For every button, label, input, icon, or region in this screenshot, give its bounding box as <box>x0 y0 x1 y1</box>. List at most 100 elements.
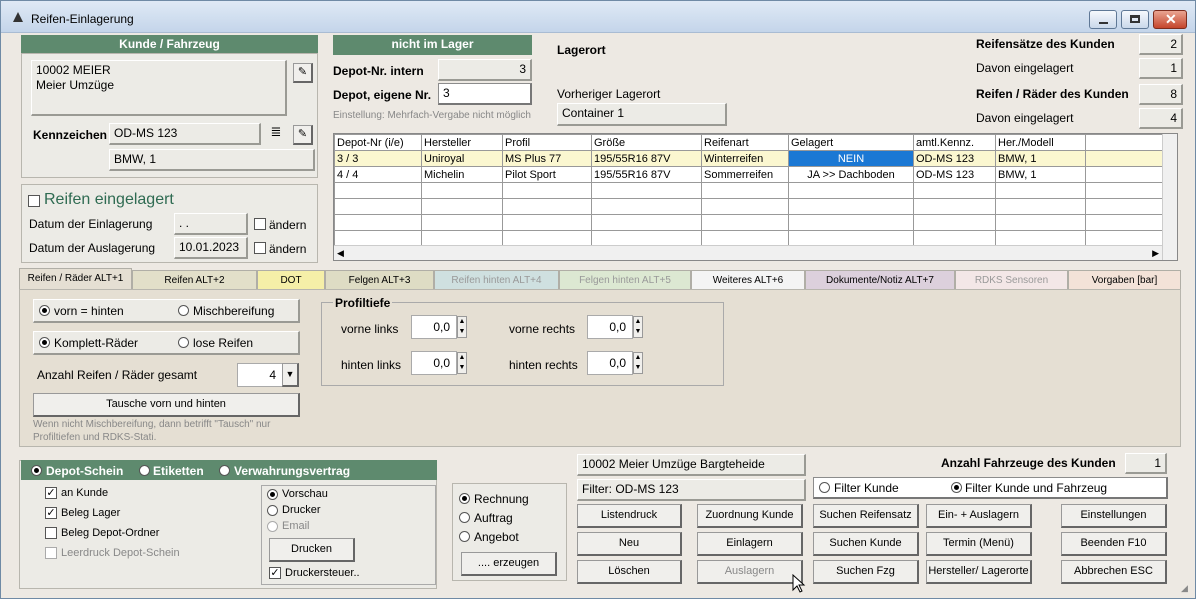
auslagern-button[interactable]: Auslagern <box>697 560 803 584</box>
hr-spinner[interactable]: ▲ ▼ <box>633 352 643 374</box>
anzahl-select[interactable]: 4 <box>237 363 283 387</box>
column-header[interactable]: Profil <box>502 134 592 151</box>
table-cell[interactable] <box>701 198 789 215</box>
column-header[interactable]: Her./Modell <box>995 134 1086 151</box>
aendern2-checkbox[interactable] <box>254 242 266 254</box>
table-cell[interactable] <box>995 198 1086 215</box>
aendern1-checkbox[interactable] <box>254 218 266 230</box>
table-cell[interactable]: OD-MS 123 <box>913 150 996 167</box>
misch-radio[interactable] <box>178 305 189 316</box>
einstellungen-button[interactable]: Einstellungen <box>1061 504 1167 528</box>
edit-kennzeichen-icon[interactable]: ✎ <box>293 125 313 145</box>
tab-9[interactable]: Vorgaben [bar] <box>1068 270 1181 290</box>
table-cell[interactable] <box>788 198 914 215</box>
table-cell[interactable]: Michelin <box>421 166 503 183</box>
minimize-button[interactable] <box>1089 10 1117 29</box>
maximize-button[interactable] <box>1121 10 1149 29</box>
horizontal-scrollbar[interactable]: ◀ ▶ <box>334 245 1162 260</box>
beleg-ordner-checkbox[interactable] <box>45 527 57 539</box>
vr-field[interactable]: 0,0 <box>587 315 633 339</box>
scroll-right-icon[interactable]: ▶ <box>1152 248 1159 259</box>
table-cell[interactable] <box>591 182 702 199</box>
ein-aus-button[interactable]: Ein- + Auslagern <box>926 504 1032 528</box>
druckersteuer-checkbox[interactable]: ✓ <box>269 567 281 579</box>
zuordnung-button[interactable]: Zuordnung Kunde <box>697 504 803 528</box>
table-cell[interactable] <box>1085 198 1163 215</box>
beenden-button[interactable]: Beenden F10 <box>1061 532 1167 556</box>
column-header[interactable]: Depot-Nr (i/e) <box>334 134 422 151</box>
hl-spinner[interactable]: ▲ ▼ <box>457 352 467 374</box>
table-cell[interactable]: Winterreifen <box>701 150 789 167</box>
kennzeichen-field[interactable]: OD-MS 123 <box>109 123 261 145</box>
table-cell[interactable]: MS Plus 77 <box>502 150 592 167</box>
hersteller-button[interactable]: Hersteller/ Lagerorte <box>926 560 1032 584</box>
vorschau-radio[interactable] <box>267 489 278 500</box>
table-cell[interactable] <box>334 182 422 199</box>
table-cell[interactable] <box>1085 182 1163 199</box>
tab-5[interactable]: Felgen hinten ALT+5 <box>559 270 691 290</box>
suchen-fzg-button[interactable]: Suchen Fzg <box>813 560 919 584</box>
edit-kunde-icon[interactable]: ✎ <box>293 63 313 83</box>
tausche-button[interactable]: Tausche vorn und hinten <box>33 393 300 417</box>
column-header[interactable]: Größe <box>591 134 702 151</box>
table-cell[interactable]: JA >> Dachboden <box>788 166 914 183</box>
table-cell[interactable] <box>502 198 592 215</box>
table-cell[interactable] <box>701 214 789 231</box>
tab-0[interactable]: Reifen / Räder ALT+1 <box>19 268 132 290</box>
table-cell[interactable] <box>701 182 789 199</box>
loeschen-button[interactable]: Löschen <box>577 560 682 584</box>
depot-eigene-field[interactable]: 3 <box>438 83 532 105</box>
table-cell[interactable] <box>334 198 422 215</box>
table-cell[interactable] <box>421 214 503 231</box>
erzeugen-button[interactable]: .... erzeugen <box>461 552 557 576</box>
vl-spinner[interactable]: ▲ ▼ <box>457 316 467 338</box>
tab-7[interactable]: Dokumente/Notiz ALT+7 <box>805 270 955 290</box>
table-cell[interactable] <box>788 182 914 199</box>
fahrzeug-field[interactable]: BMW, 1 <box>109 149 315 171</box>
table-cell[interactable] <box>913 182 996 199</box>
filter-kunde-radio[interactable] <box>819 482 830 493</box>
einlagern-button[interactable]: Einlagern <box>697 532 803 556</box>
rechnung-radio[interactable] <box>459 493 470 504</box>
table-cell[interactable]: Sommerreifen <box>701 166 789 183</box>
column-header[interactable]: Hersteller <box>421 134 503 151</box>
table-cell[interactable] <box>591 198 702 215</box>
tab-1[interactable]: Reifen ALT+2 <box>132 270 257 290</box>
neu-button[interactable]: Neu <box>577 532 682 556</box>
tab-4[interactable]: Reifen hinten ALT+4 <box>434 270 559 290</box>
table-cell[interactable]: 195/55R16 87V <box>591 166 702 183</box>
filter-kf-radio[interactable] <box>951 482 962 493</box>
vertical-scrollbar[interactable] <box>1162 134 1177 260</box>
vorn-hinten-radio[interactable] <box>39 305 50 316</box>
termin-button[interactable]: Termin (Menü) <box>926 532 1032 556</box>
column-header[interactable]: Reifenart <box>701 134 789 151</box>
table-cell[interactable]: Pilot Sport <box>502 166 592 183</box>
table-cell[interactable] <box>913 198 996 215</box>
table-cell[interactable] <box>502 214 592 231</box>
angebot-radio[interactable] <box>459 531 470 542</box>
column-header[interactable]: amtl.Kennz. <box>913 134 996 151</box>
table-row[interactable]: 4 / 4 Michelin Pilot Sport 195/55R16 87V Som… <box>334 166 1163 183</box>
listendruck-button[interactable]: Listendruck <box>577 504 682 528</box>
table-cell[interactable] <box>995 214 1086 231</box>
column-header[interactable]: Gelagert <box>788 134 914 151</box>
verwahrung-radio[interactable] <box>219 465 230 476</box>
table-cell[interactable]: Uniroyal <box>421 150 503 167</box>
reifen-table[interactable]: Depot-Nr (i/e) Hersteller Profil Größe Reife… <box>333 133 1178 261</box>
depot-schein-radio[interactable] <box>31 465 42 476</box>
auftrag-radio[interactable] <box>459 512 470 523</box>
table-row[interactable]: 3 / 3 Uniroyal MS Plus 77 195/55R16 87V Wint… <box>334 150 1163 167</box>
tab-3[interactable]: Felgen ALT+3 <box>325 270 434 290</box>
table-row[interactable] <box>334 182 1163 199</box>
table-cell[interactable] <box>1085 214 1163 231</box>
table-cell[interactable] <box>421 198 503 215</box>
table-cell[interactable] <box>421 182 503 199</box>
drucken-button[interactable]: Drucken <box>269 538 355 562</box>
tab-8[interactable]: RDKS Sensoren <box>955 270 1068 290</box>
datum-ein-field[interactable]: . . <box>174 213 248 235</box>
vl-field[interactable]: 0,0 <box>411 315 457 339</box>
table-cell[interactable]: 3 / 3 <box>334 150 422 167</box>
hl-field[interactable]: 0,0 <box>411 351 457 375</box>
list-icon[interactable]: ≣ <box>267 124 285 142</box>
kunde-address-box[interactable]: 10002 MEIER Meier Umzüge <box>31 60 287 116</box>
